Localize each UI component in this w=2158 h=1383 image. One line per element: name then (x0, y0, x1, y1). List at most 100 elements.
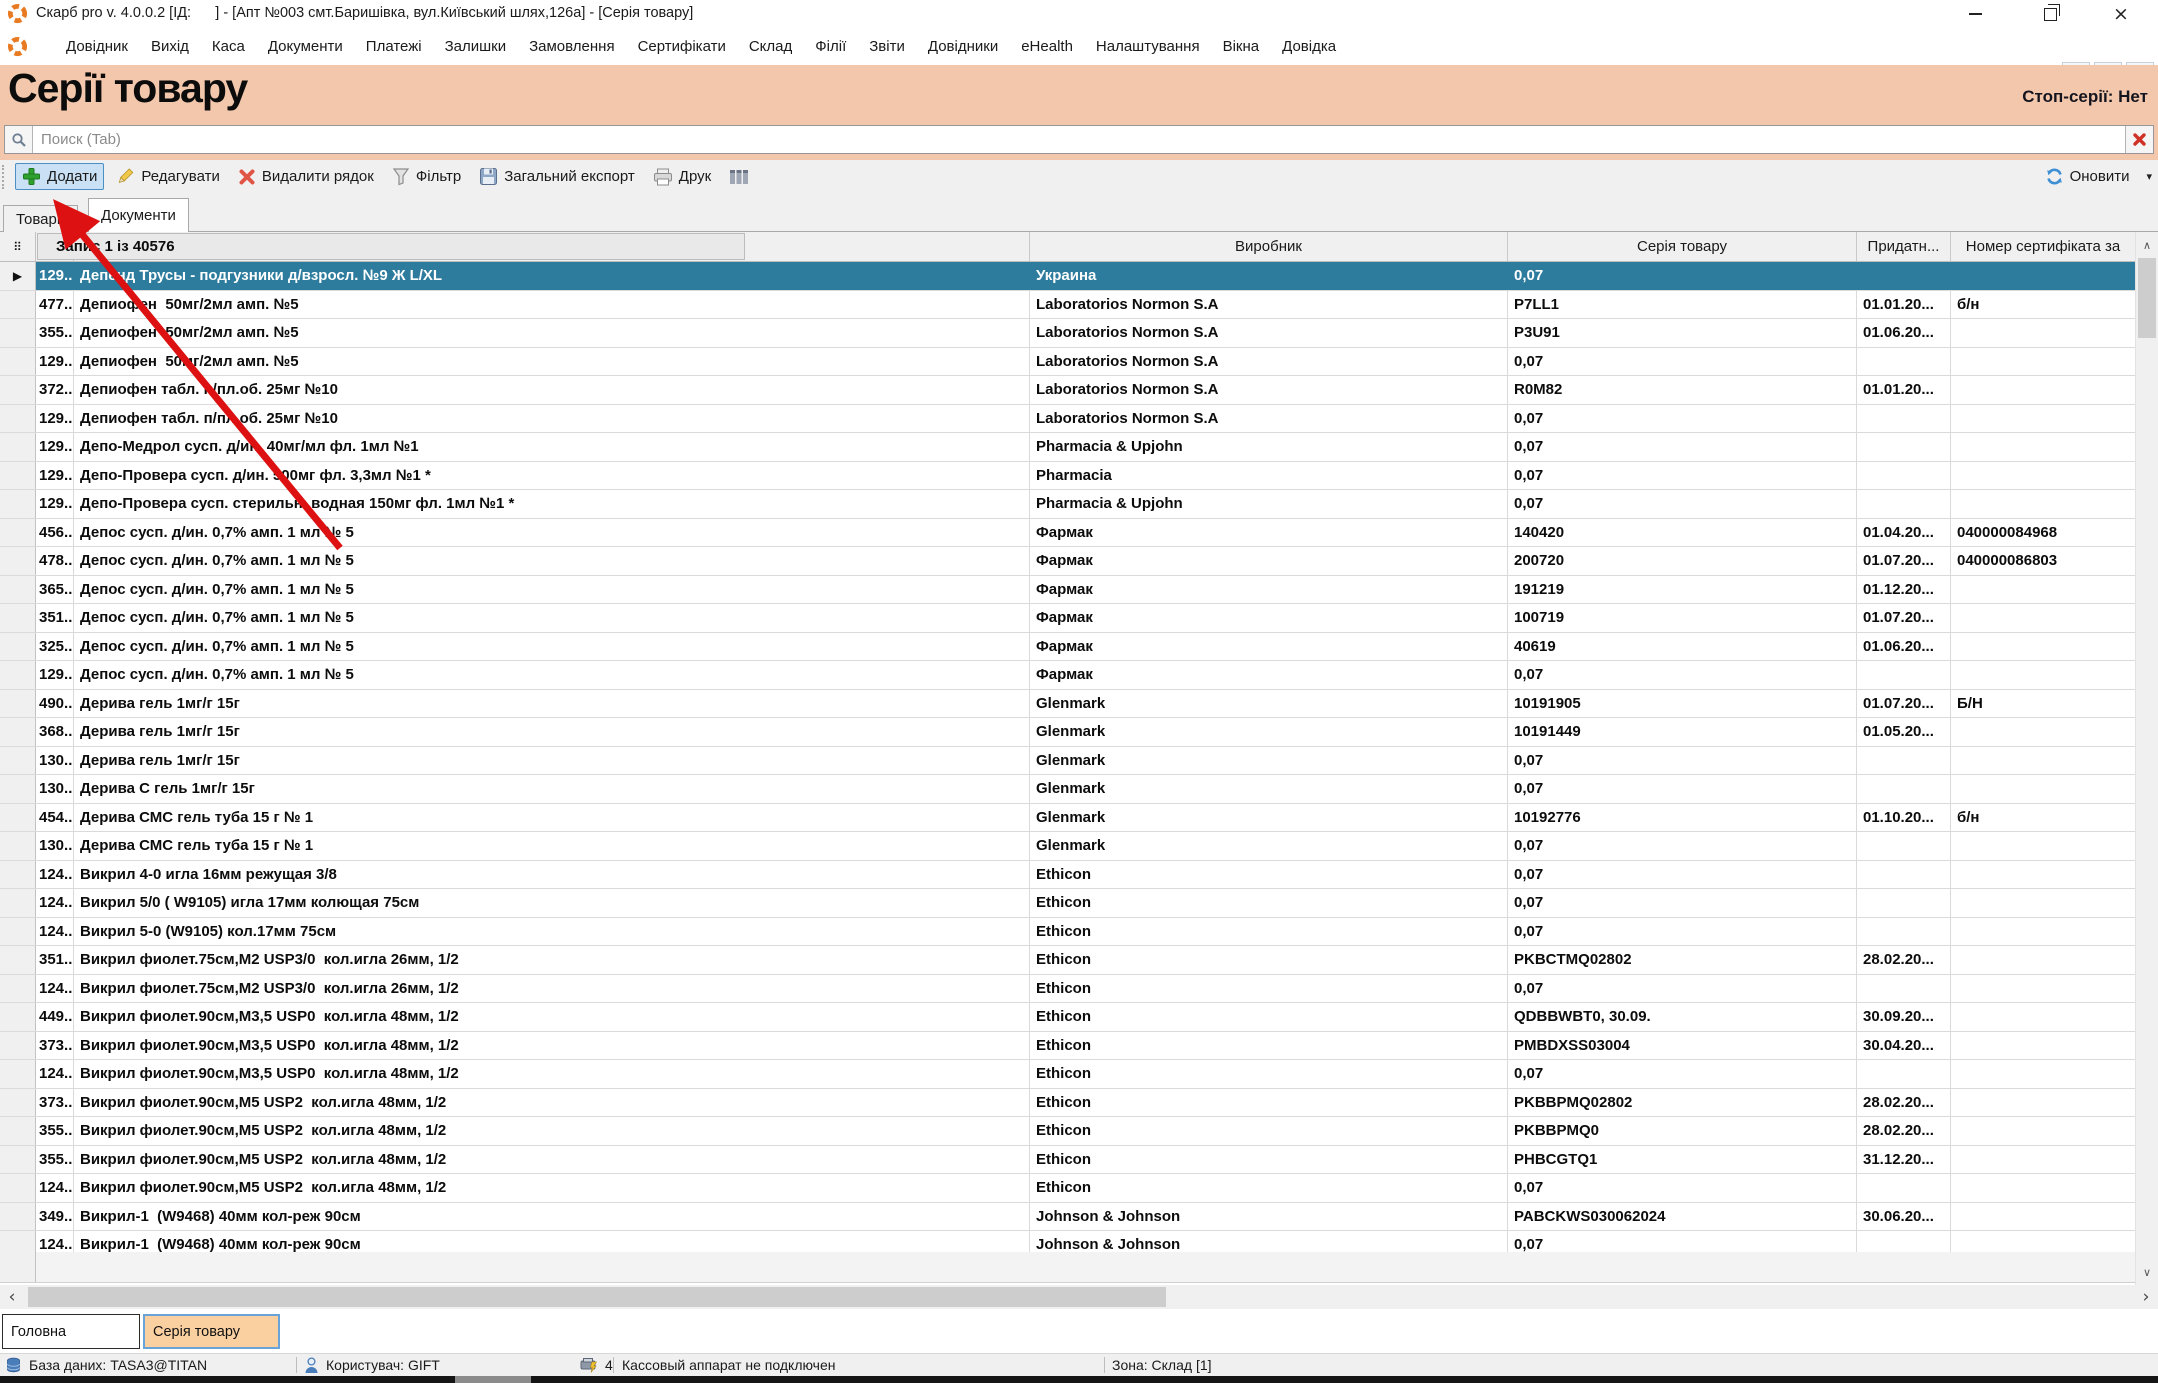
menu-item-eHealth[interactable]: eHealth (1021, 38, 1073, 55)
table-row[interactable]: 355..Депиофен 50мг/2мл амп. №5Laboratori… (0, 319, 2135, 348)
table-row[interactable]: 124..Викрил фиолет.90см,М5 USP2 кол.игла… (0, 1174, 2135, 1203)
table-row[interactable]: 355..Викрил фиолет.90см,М5 USP2 кол.игла… (0, 1146, 2135, 1175)
export-button[interactable]: Загальний експорт (473, 164, 641, 189)
menu-item-Склад[interactable]: Склад (749, 38, 792, 55)
cell-series: 191219 (1508, 576, 1857, 604)
scroll-left-icon[interactable]: ‹ (0, 1286, 24, 1308)
print-button[interactable]: Друк (647, 165, 717, 189)
cell-name: Викрил 5/0 ( W9105) игла 17мм колющая 75… (74, 889, 1030, 917)
table-row[interactable]: 373..Викрил фиолет.90см,М3,5 USP0 кол.иг… (0, 1032, 2135, 1061)
cell-expiry (1857, 889, 1951, 917)
scroll-up-icon[interactable]: ∧ (2136, 234, 2158, 256)
table-row[interactable]: 478..Депос сусп. д/ин. 0,7% амп. 1 мл № … (0, 547, 2135, 576)
cell-id: 478.. (36, 547, 74, 575)
menu-item-Довідка[interactable]: Довідка (1282, 38, 1336, 55)
menu-item-Філії[interactable]: Філії (815, 38, 846, 55)
table-row[interactable]: 351..Депос сусп. д/ин. 0,7% амп. 1 мл № … (0, 604, 2135, 633)
table-row[interactable]: 124..Викрил 4-0 игла 16мм режущая 3/8Eth… (0, 861, 2135, 890)
window-tab-home[interactable]: Головна (2, 1314, 140, 1349)
close-button[interactable]: × (2098, 0, 2144, 28)
table-row[interactable]: 129..Депо-Провера сусп. д/ин. 500мг фл. … (0, 462, 2135, 491)
scroll-right-icon[interactable]: › (2134, 1286, 2158, 1308)
table-row[interactable]: 351..Викрил фиолет.75см,М2 USP3/0 кол.иг… (0, 946, 2135, 975)
table-row[interactable]: 477..Депиофен 50мг/2мл амп. №5Laboratori… (0, 291, 2135, 320)
horizontal-scroll-thumb[interactable] (28, 1287, 1166, 1307)
table-row[interactable]: 130..Дерива С гель 1мг/г 15гGlenmark0,07 (0, 775, 2135, 804)
table-row[interactable]: 130..Дерива гель 1мг/г 15гGlenmark0,07 (0, 747, 2135, 776)
table-row[interactable]: 124..Викрил фиолет.90см,М3,5 USP0 кол.иг… (0, 1060, 2135, 1089)
minimize-button[interactable] (1952, 0, 1998, 28)
column-header[interactable]: Серія товару (1508, 232, 1857, 261)
restore-button[interactable] (2027, 0, 2073, 28)
cell-name: Дерива гель 1мг/г 15г (74, 747, 1030, 775)
menu-item-Сертифікати[interactable]: Сертифікати (638, 38, 726, 55)
cell-manufacturer: Glenmark (1030, 747, 1508, 775)
menu-item-Документи[interactable]: Документи (268, 38, 343, 55)
horizontal-scrollbar[interactable]: ‹ › (0, 1285, 2158, 1309)
tab-products[interactable]: Товари (3, 205, 78, 232)
table-row[interactable]: 325..Депос сусп. д/ин. 0,7% амп. 1 мл № … (0, 633, 2135, 662)
vertical-scroll-thumb[interactable] (2138, 258, 2156, 338)
scroll-down-icon[interactable]: ∨ (2136, 1261, 2158, 1283)
tab-documents[interactable]: Документи (88, 198, 189, 232)
columns-icon[interactable] (723, 165, 755, 189)
refresh-dropdown-caret[interactable]: ▾ (2146, 170, 2152, 183)
table-row[interactable]: 372..Депиофен табл. п/пл.об. 25мг №10Lab… (0, 376, 2135, 405)
add-button[interactable]: Додати (15, 163, 104, 190)
table-row[interactable]: 349..Викрил-1 (W9468) 40мм кол-реж 90смJ… (0, 1203, 2135, 1232)
table-row[interactable]: 124..Викрил 5/0 ( W9105) игла 17мм колющ… (0, 889, 2135, 918)
menu-item-Замовлення[interactable]: Замовлення (529, 38, 614, 55)
menu-item-Налаштування[interactable]: Налаштування (1096, 38, 1200, 55)
table-row[interactable]: 124..Викрил 5-0 (W9105) кол.17мм 75смEth… (0, 918, 2135, 947)
cell-name: Дерива С гель 1мг/г 15г (74, 775, 1030, 803)
menu-item-Вікна[interactable]: Вікна (1223, 38, 1260, 55)
menu-item-Платежі[interactable]: Платежі (366, 38, 422, 55)
window-tab-series[interactable]: Серія товару (143, 1314, 280, 1349)
cell-name: Депос сусп. д/ин. 0,7% амп. 1 мл № 5 (74, 661, 1030, 689)
open-windows-bar: Головна Серія товару (0, 1309, 2158, 1353)
table-row[interactable]: 124..Викрил фиолет.75см,М2 USP3/0 кол.иг… (0, 975, 2135, 1004)
table-row[interactable]: 456..Депос сусп. д/ин. 0,7% амп. 1 мл № … (0, 519, 2135, 548)
cell-id: 124.. (36, 918, 74, 946)
table-row[interactable]: 355..Викрил фиолет.90см,М5 USP2 кол.игла… (0, 1117, 2135, 1146)
table-row[interactable]: 365..Депос сусп. д/ин. 0,7% амп. 1 мл № … (0, 576, 2135, 605)
column-header[interactable]: Придатн... (1857, 232, 1951, 261)
table-row[interactable]: 129..Депиофен табл. п/пл.об. 25мг №10Lab… (0, 405, 2135, 434)
vertical-scrollbar[interactable]: ∧ ∨ (2135, 232, 2158, 1285)
table-row[interactable]: 130..Дерива СМС гель туба 15 г № 1Glenma… (0, 832, 2135, 861)
table-row[interactable]: 129..Депо-Провера сусп. стерильн. водная… (0, 490, 2135, 519)
table-row[interactable]: 129..Депо-Медрол сусп. д/ин. 40мг/мл фл.… (0, 433, 2135, 462)
cell-name: Депиофен 50мг/2мл амп. №5 (74, 319, 1030, 347)
menu-item-Звіти[interactable]: Звіти (869, 38, 905, 55)
table-row[interactable]: 449..Викрил фиолет.90см,М3,5 USP0 кол.иг… (0, 1003, 2135, 1032)
grid-corner-icon[interactable]: ⠿ (0, 232, 36, 261)
menu-item-Довідники[interactable]: Довідники (928, 38, 998, 55)
table-row[interactable]: 124..Викрил-1 (W9468) 40мм кол-реж 90смJ… (0, 1231, 2135, 1252)
cell-name: Депо-Провера сусп. стерильн. водная 150м… (74, 490, 1030, 518)
table-row[interactable]: 454..Дерива СМС гель туба 15 г № 1Glenma… (0, 804, 2135, 833)
search-input[interactable] (33, 126, 2125, 153)
refresh-button[interactable]: Оновити (2039, 164, 2136, 189)
cell-manufacturer: Фармак (1030, 633, 1508, 661)
row-indicator (0, 975, 36, 1003)
table-row[interactable]: 490..Дерива гель 1мг/г 15гGlenmark101919… (0, 690, 2135, 719)
column-header[interactable]: Номер сертифіката за (1951, 232, 2135, 261)
table-row[interactable]: 129..Депиофен 50мг/2мл амп. №5Laboratori… (0, 348, 2135, 377)
table-row[interactable]: ▶129..Депенд Трусы - подгузники д/взросл… (0, 262, 2135, 291)
table-row[interactable]: 368..Дерива гель 1мг/г 15гGlenmark101914… (0, 718, 2135, 747)
edit-button[interactable]: Редагувати (110, 164, 226, 189)
menu-item-Вихід[interactable]: Вихід (151, 38, 189, 55)
cell-certificate (1951, 775, 2135, 803)
clear-search-icon[interactable] (2125, 126, 2153, 153)
delete-row-button[interactable]: Видалити рядок (232, 165, 380, 189)
row-indicator (0, 576, 36, 604)
table-row[interactable]: 129..Депос сусп. д/ин. 0,7% амп. 1 мл № … (0, 661, 2135, 690)
cell-id: 124.. (36, 861, 74, 889)
menu-item-Каса[interactable]: Каса (212, 38, 245, 55)
cell-name: Викрил фиолет.90см,М5 USP2 кол.игла 48мм… (74, 1174, 1030, 1202)
column-header[interactable]: Виробник (1030, 232, 1508, 261)
table-row[interactable]: 373..Викрил фиолет.90см,М5 USP2 кол.игла… (0, 1089, 2135, 1118)
filter-button[interactable]: Фільтр (386, 164, 467, 189)
menu-item-Залишки[interactable]: Залишки (445, 38, 507, 55)
menu-item-Довідник[interactable]: Довідник (66, 38, 128, 55)
